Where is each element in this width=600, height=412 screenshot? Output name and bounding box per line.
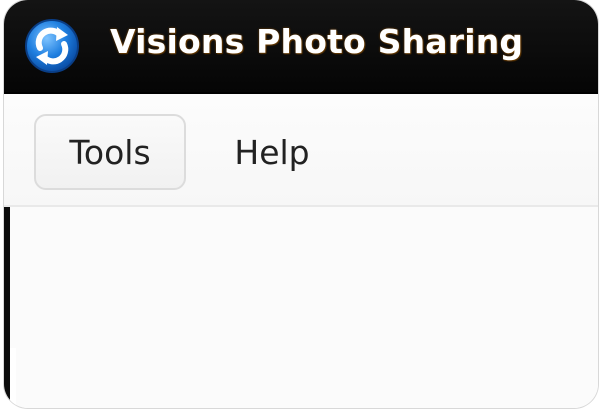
title-bar[interactable]: Visions Photo Sharing	[4, 0, 598, 94]
app-window: Visions Photo Sharing Tools Help	[4, 0, 598, 408]
menu-bar: Tools Help	[4, 94, 598, 207]
content-area	[4, 207, 598, 408]
menu-help[interactable]: Help	[212, 114, 332, 190]
refresh-arrows-icon	[24, 18, 80, 74]
menu-tools[interactable]: Tools	[34, 114, 186, 190]
window-title: Visions Photo Sharing	[110, 22, 524, 61]
content-edge	[10, 348, 16, 408]
